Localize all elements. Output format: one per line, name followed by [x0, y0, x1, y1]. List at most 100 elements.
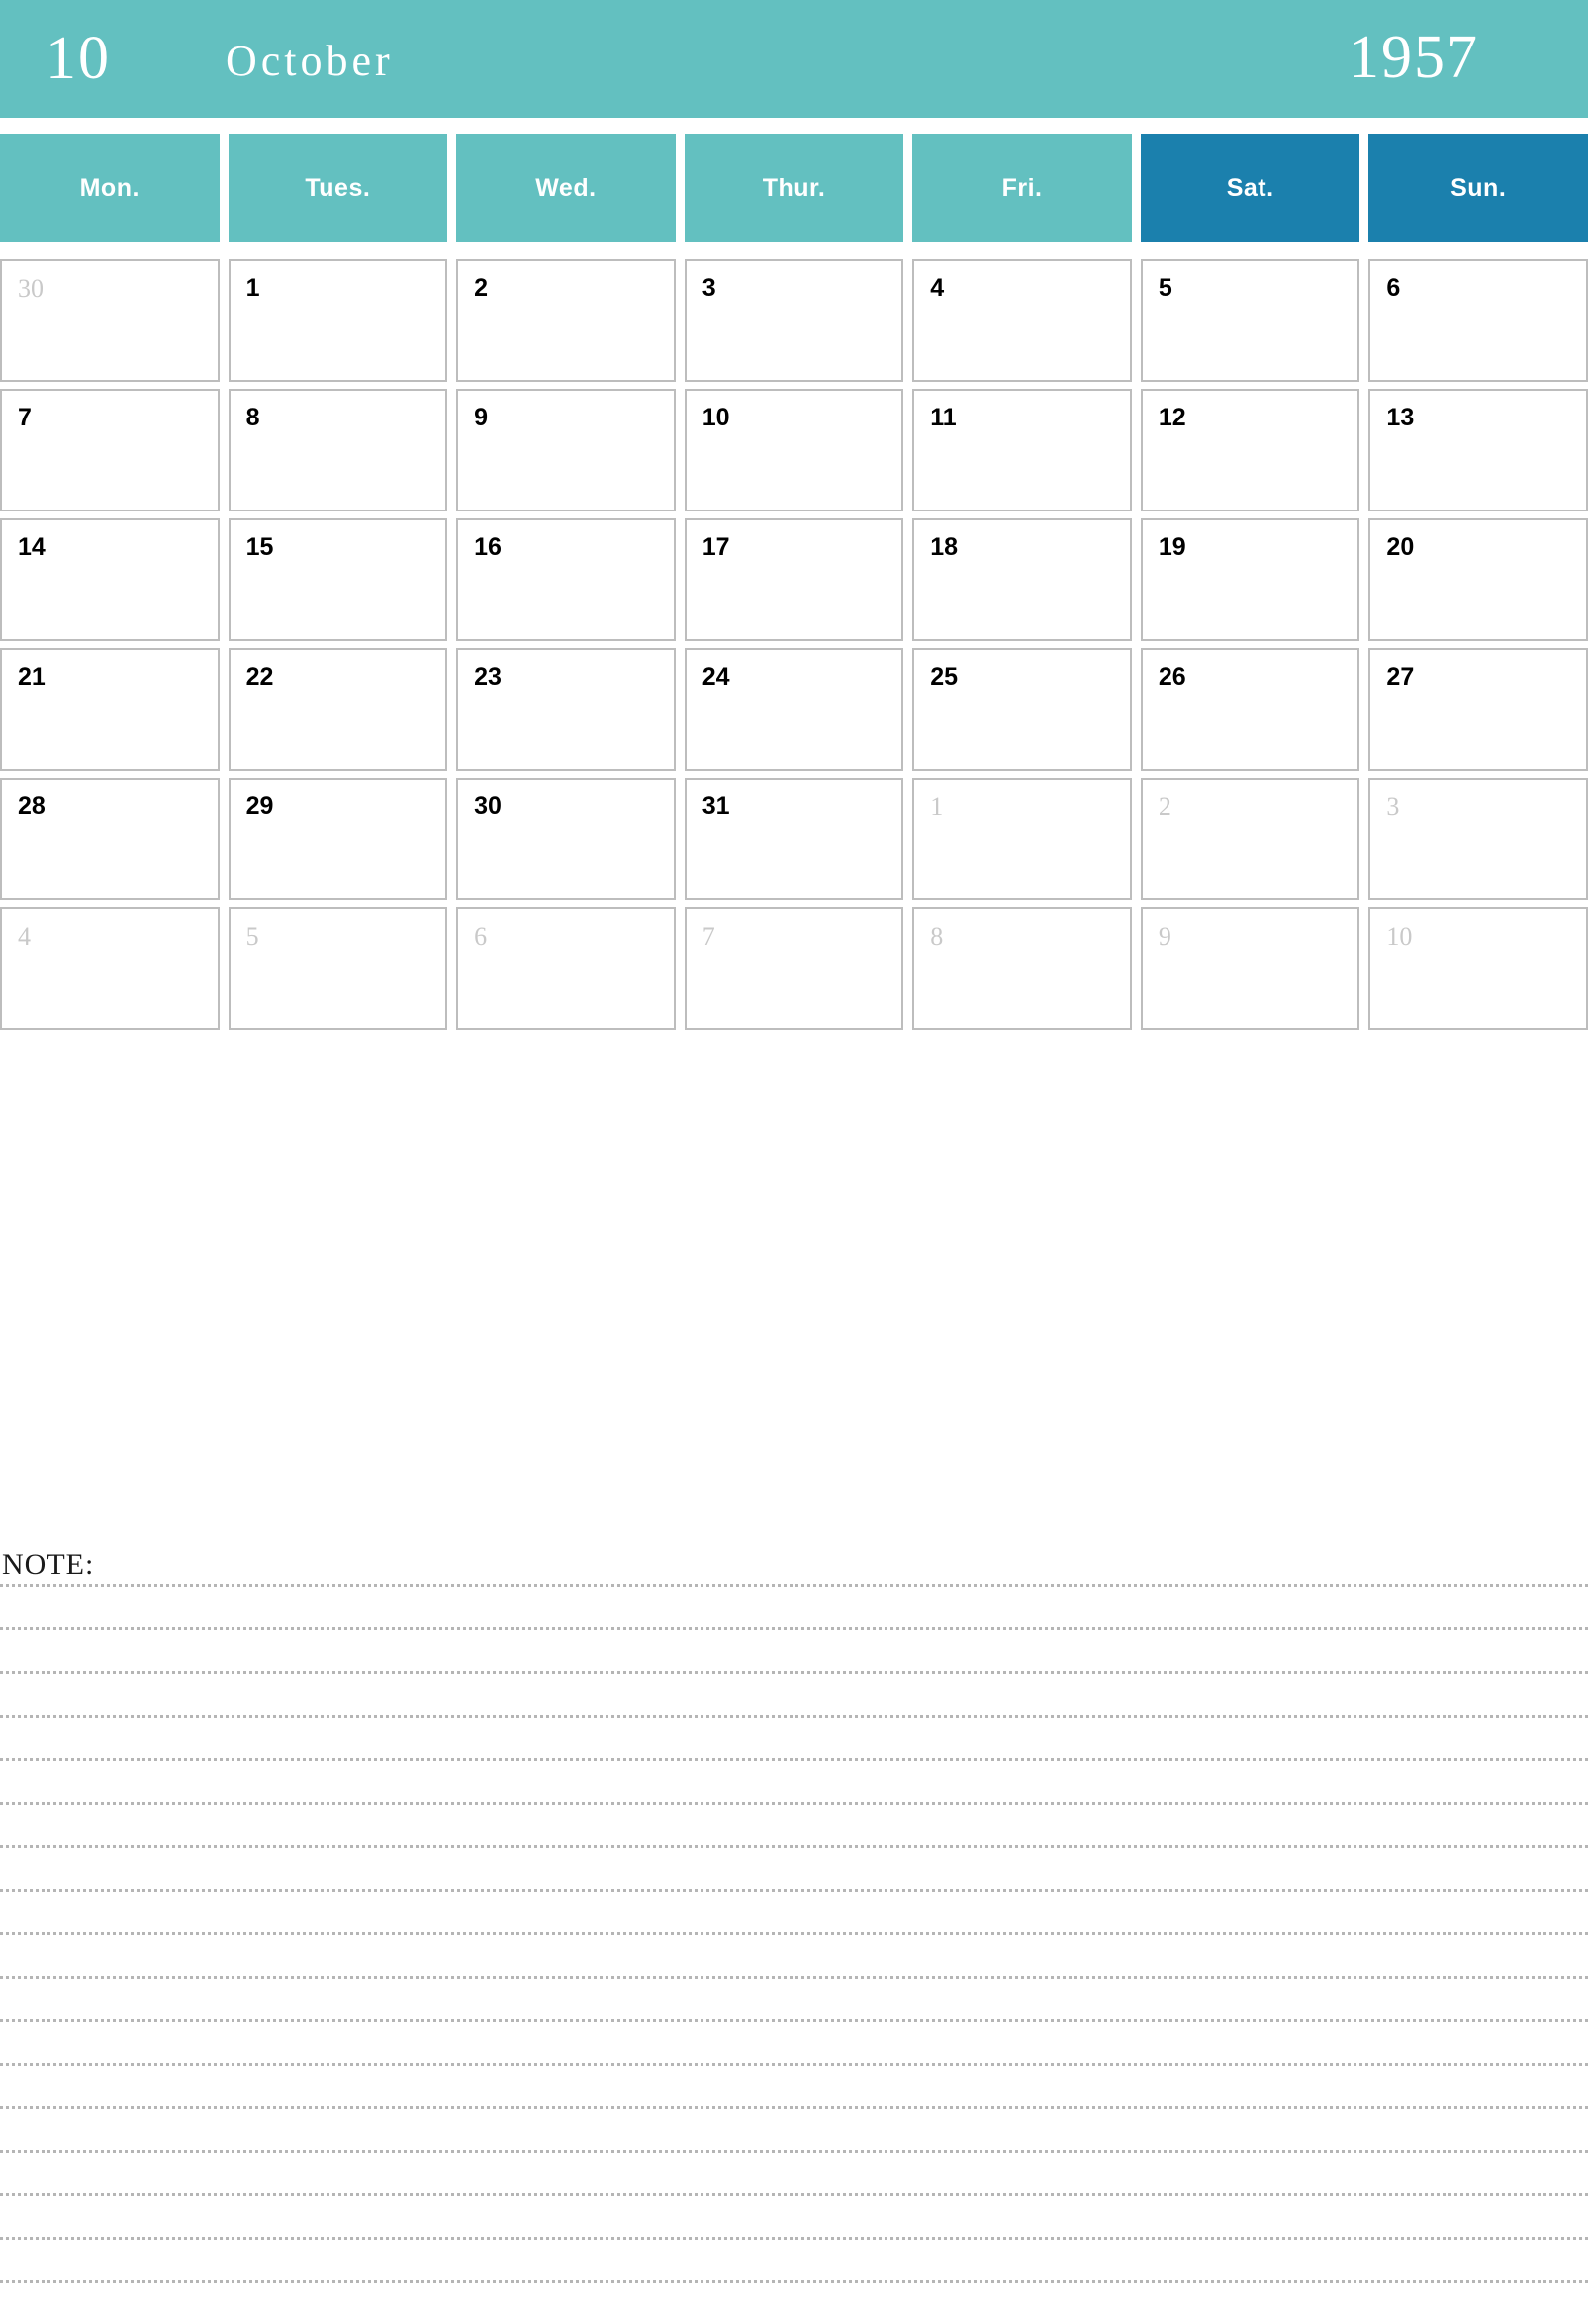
- date-cell[interactable]: 5: [228, 907, 448, 1030]
- week-row: 28 29 30 31 1 2 3: [0, 778, 1588, 900]
- date-cell[interactable]: 30: [456, 778, 676, 900]
- date-cell[interactable]: 7: [684, 907, 904, 1030]
- day-number: 2: [474, 274, 489, 302]
- date-cell[interactable]: 4: [0, 907, 220, 1030]
- adjacent-month-day-number: 3: [1386, 792, 1400, 821]
- date-cell[interactable]: 9: [1140, 907, 1360, 1030]
- date-cell[interactable]: 21: [0, 648, 220, 771]
- adjacent-month-day-number: 7: [701, 922, 715, 951]
- note-line[interactable]: [0, 1845, 1588, 1889]
- date-cell[interactable]: 19: [1140, 518, 1360, 641]
- date-cell[interactable]: 29: [228, 778, 448, 900]
- week-row: 4 5 6 7 8 9 10: [0, 907, 1588, 1030]
- note-line[interactable]: [0, 2150, 1588, 2193]
- day-number: 15: [245, 533, 274, 561]
- date-cell[interactable]: 10: [684, 389, 904, 511]
- date-cell[interactable]: 18: [912, 518, 1132, 641]
- note-line[interactable]: [0, 2280, 1588, 2324]
- note-line[interactable]: [0, 1758, 1588, 1802]
- note-line[interactable]: [0, 2193, 1588, 2237]
- note-line[interactable]: [0, 1627, 1588, 1671]
- date-cell[interactable]: 14: [0, 518, 220, 641]
- date-cell[interactable]: 17: [684, 518, 904, 641]
- date-cell[interactable]: 8: [228, 389, 448, 511]
- date-cell[interactable]: 13: [1368, 389, 1588, 511]
- date-cell[interactable]: 1: [228, 259, 448, 382]
- date-cell[interactable]: 9: [456, 389, 676, 511]
- note-line[interactable]: [0, 1671, 1588, 1715]
- day-number: 9: [474, 404, 489, 431]
- date-cell[interactable]: 6: [1368, 259, 1588, 382]
- date-cell[interactable]: 3: [1368, 778, 1588, 900]
- date-cell[interactable]: 10: [1368, 907, 1588, 1030]
- weekday-header-tues: Tues.: [228, 134, 448, 242]
- date-cell[interactable]: 6: [456, 907, 676, 1030]
- date-cell[interactable]: 27: [1368, 648, 1588, 771]
- date-cell[interactable]: 22: [228, 648, 448, 771]
- weekday-header-mon: Mon.: [0, 134, 220, 242]
- date-cell[interactable]: 31: [684, 778, 904, 900]
- day-number: 5: [1158, 274, 1172, 302]
- note-line[interactable]: [0, 1889, 1588, 1932]
- day-number: 12: [1158, 404, 1186, 431]
- week-row: 30 1 2 3 4 5 6: [0, 259, 1588, 382]
- date-cell[interactable]: 20: [1368, 518, 1588, 641]
- date-cell[interactable]: 26: [1140, 648, 1360, 771]
- note-line[interactable]: [0, 1802, 1588, 1845]
- notes-section: NOTE:: [0, 1548, 1588, 2324]
- adjacent-month-day-number: 4: [18, 922, 31, 951]
- day-number: 18: [930, 533, 959, 561]
- date-cell[interactable]: 25: [912, 648, 1132, 771]
- date-cell[interactable]: 7: [0, 389, 220, 511]
- weekday-header-wed: Wed.: [456, 134, 676, 242]
- date-cell[interactable]: 5: [1140, 259, 1360, 382]
- day-number: 16: [474, 533, 502, 561]
- date-cell[interactable]: 11: [912, 389, 1132, 511]
- date-cell[interactable]: 23: [456, 648, 676, 771]
- date-cell[interactable]: 30: [0, 259, 220, 382]
- day-number: 13: [1386, 404, 1415, 431]
- day-number: 25: [930, 663, 959, 691]
- year-label: 1957: [1349, 24, 1479, 91]
- note-lines: [0, 1584, 1588, 2324]
- adjacent-month-day-number: 30: [18, 274, 44, 303]
- day-number: 10: [701, 404, 730, 431]
- day-number: 21: [18, 663, 46, 691]
- date-cell[interactable]: 2: [1140, 778, 1360, 900]
- date-cell[interactable]: 1: [912, 778, 1132, 900]
- day-number: 23: [474, 663, 502, 691]
- note-line[interactable]: [0, 2237, 1588, 2280]
- day-number: 7: [18, 404, 32, 431]
- note-line[interactable]: [0, 1976, 1588, 2019]
- day-number: 31: [701, 792, 730, 820]
- date-cell[interactable]: 2: [456, 259, 676, 382]
- day-number: 26: [1158, 663, 1186, 691]
- day-number: 17: [701, 533, 730, 561]
- note-line[interactable]: [0, 1584, 1588, 1627]
- note-line[interactable]: [0, 1932, 1588, 1976]
- date-cell[interactable]: 12: [1140, 389, 1360, 511]
- day-number: 6: [1386, 274, 1401, 302]
- weekday-header-thur: Thur.: [684, 134, 904, 242]
- note-line[interactable]: [0, 1715, 1588, 1758]
- date-cell[interactable]: 24: [684, 648, 904, 771]
- date-cell[interactable]: 15: [228, 518, 448, 641]
- note-line[interactable]: [0, 2106, 1588, 2150]
- notes-label: NOTE:: [2, 1548, 95, 1581]
- day-number: 30: [474, 792, 502, 820]
- day-number: 8: [245, 404, 260, 431]
- date-cell[interactable]: 8: [912, 907, 1132, 1030]
- day-number: 29: [245, 792, 274, 820]
- weekday-header-fri: Fri.: [912, 134, 1132, 242]
- day-number: 14: [18, 533, 46, 561]
- date-cell[interactable]: 4: [912, 259, 1132, 382]
- note-line[interactable]: [0, 2063, 1588, 2106]
- date-cell[interactable]: 16: [456, 518, 676, 641]
- note-line[interactable]: [0, 2019, 1588, 2063]
- week-row: 14 15 16 17 18 19 20: [0, 518, 1588, 641]
- date-cell[interactable]: 28: [0, 778, 220, 900]
- day-number: 28: [18, 792, 46, 820]
- day-number: 22: [245, 663, 274, 691]
- weeks-container: 30 1 2 3 4 5 6 7 8 9 10 11 12 13 14 15 16 17 18 19 20 21 22 23 2…: [0, 259, 1588, 1030]
- date-cell[interactable]: 3: [684, 259, 904, 382]
